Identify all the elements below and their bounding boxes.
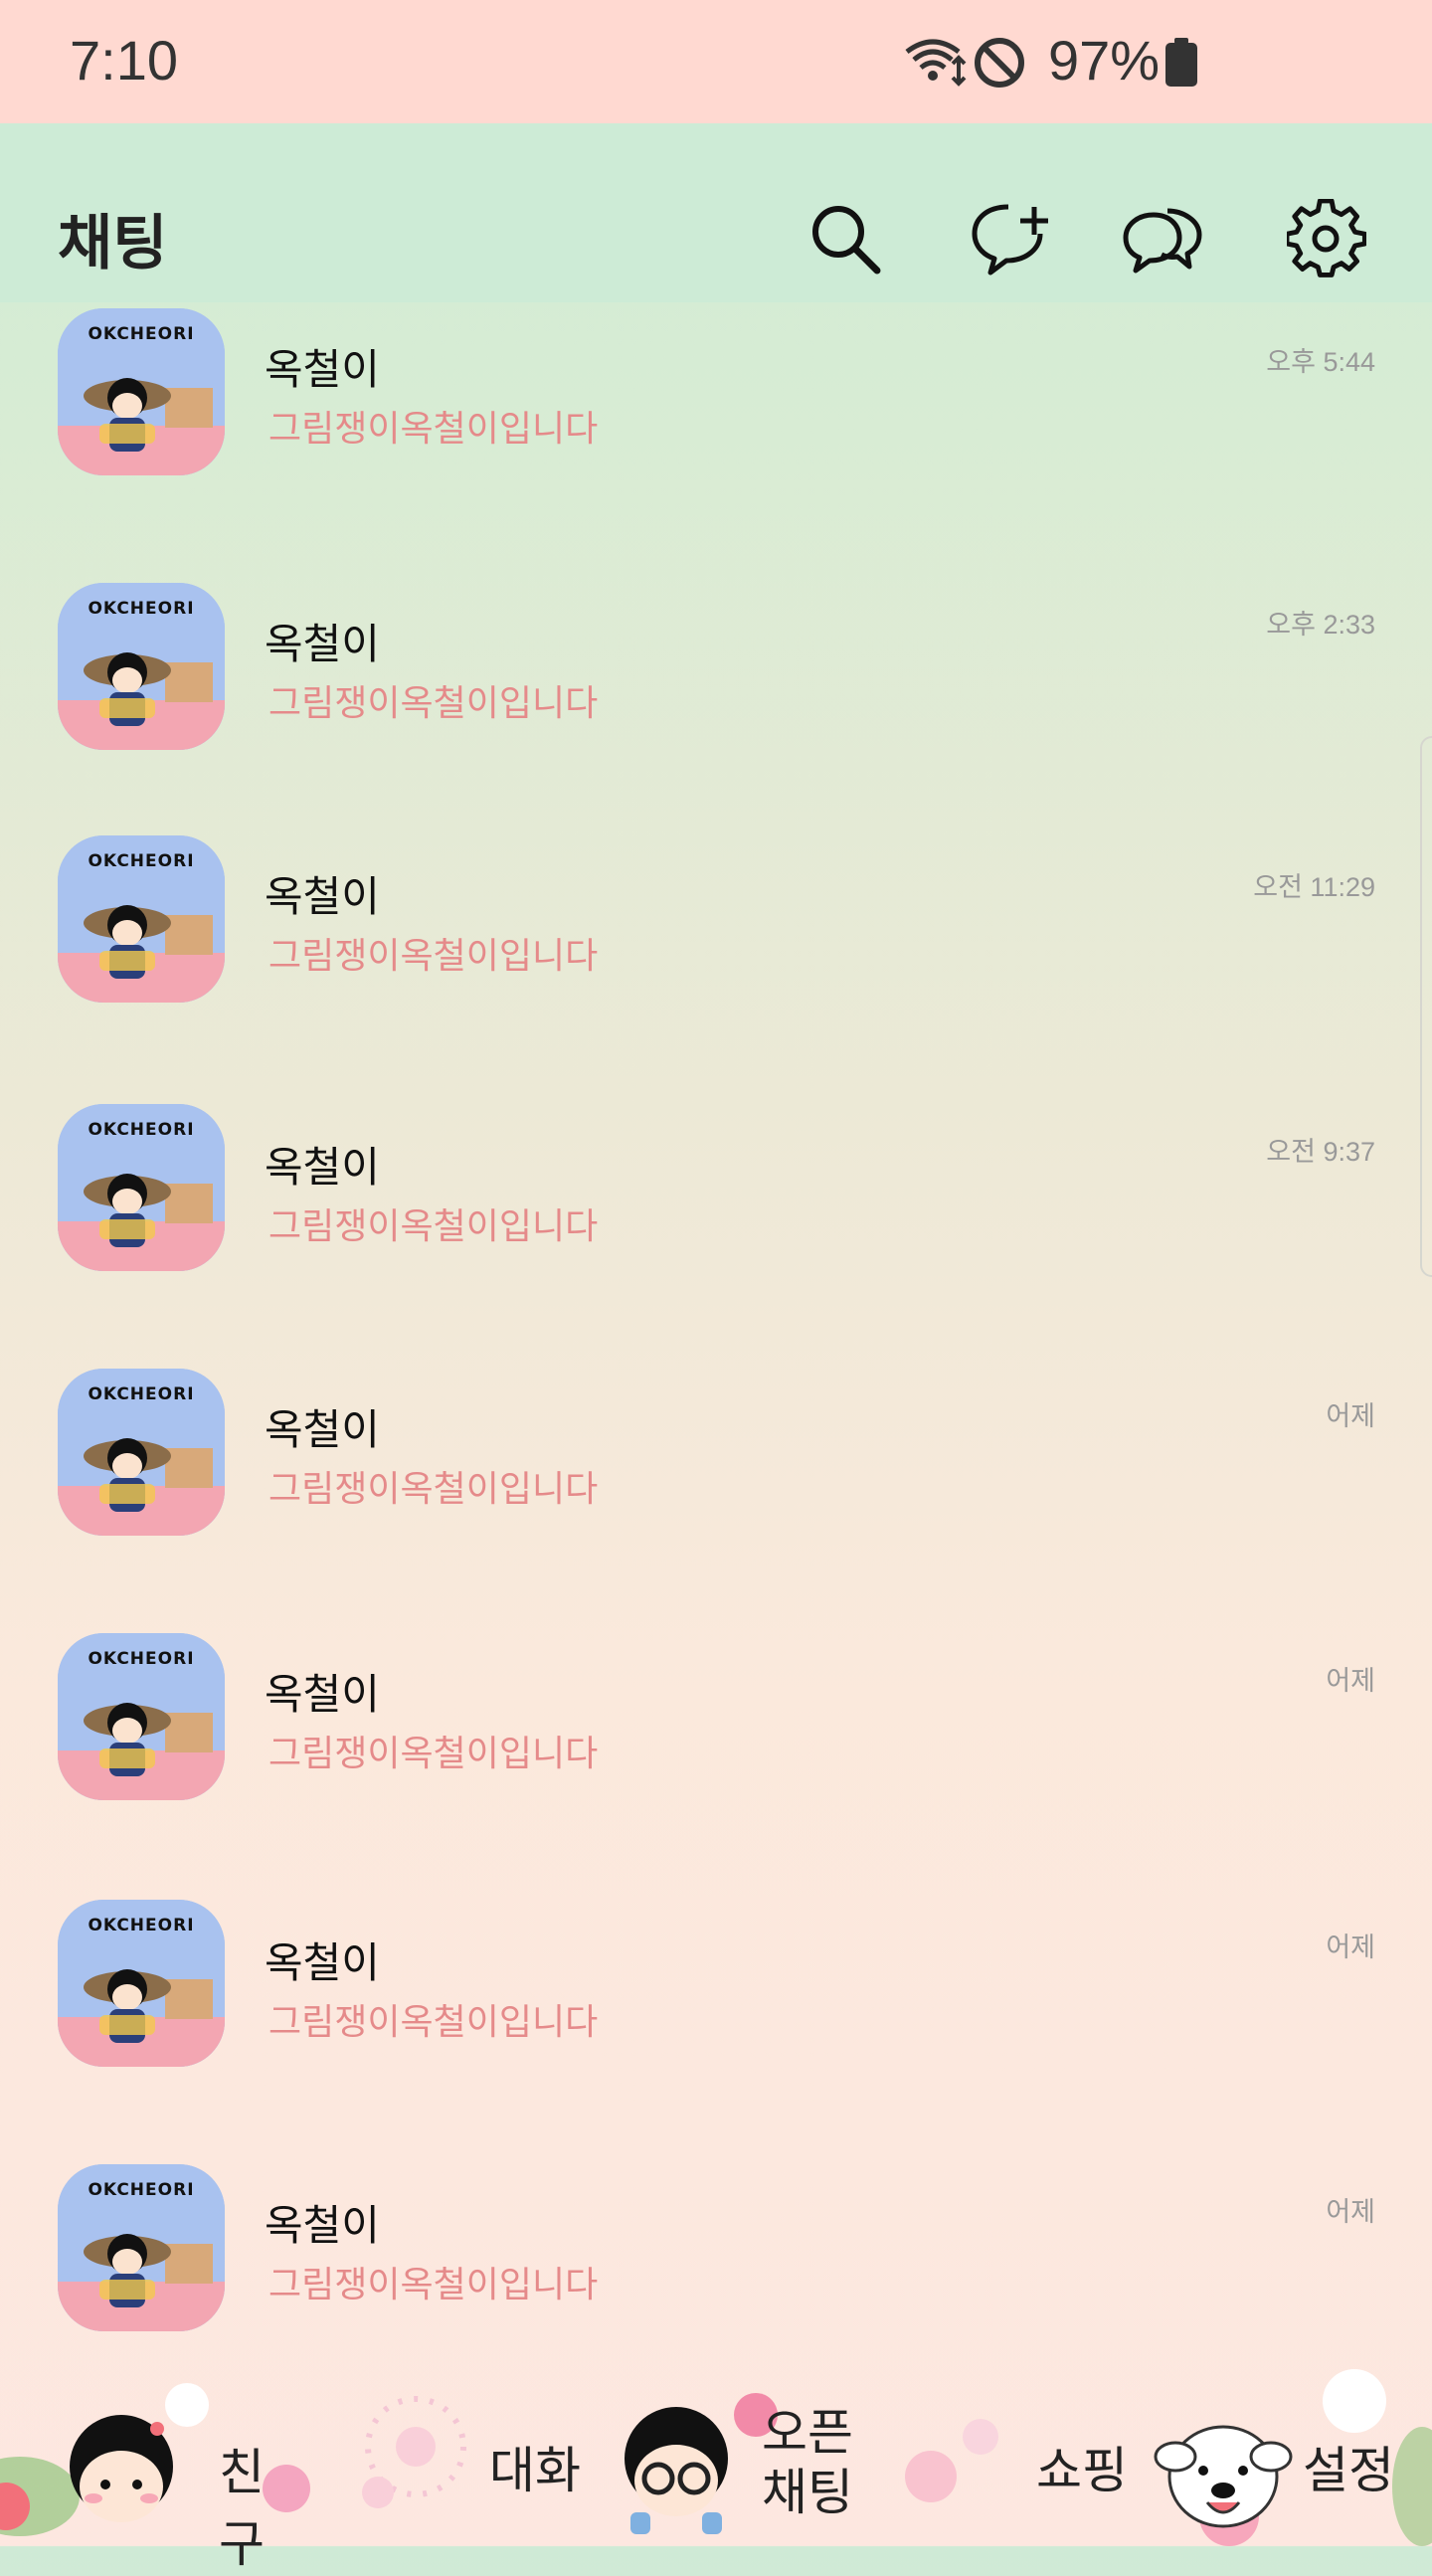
- chat-list-item[interactable]: OKCHEORI 옥철이 그림쟁이옥철이입니다 오후 2:33: [0, 577, 1432, 806]
- nav-open-chat-label-2: 채팅: [762, 2464, 853, 2521]
- chat-time: 오전 11:29: [1253, 872, 1375, 902]
- new-chat-button[interactable]: [971, 197, 1054, 280]
- nav-open-chat[interactable]: 오픈 채팅: [617, 2367, 875, 2546]
- avatar-label: OKCHEORI: [88, 324, 195, 344]
- avatar-label: OKCHEORI: [88, 1916, 195, 1935]
- chat-last-message: 그림쟁이옥철이입니다: [268, 1469, 599, 1510]
- battery-icon: [1164, 38, 1199, 92]
- chat-list-item[interactable]: OKCHEORI 옥철이 그림쟁이옥철이입니다 오후 5:44: [0, 302, 1432, 531]
- settings-dog-icon: [1154, 2425, 1293, 2528]
- nav-settings-label: 설정: [1303, 2442, 1394, 2499]
- battery-percent: 97%: [1048, 29, 1161, 92]
- page-title: 채팅: [58, 209, 168, 278]
- chat-list-item[interactable]: OKCHEORI 옥철이 그림쟁이옥철이입니다 어제: [0, 2158, 1432, 2387]
- chat-name: 옥철이: [265, 345, 380, 394]
- app-header: 채팅: [0, 123, 1432, 302]
- chat-last-message: 그림쟁이옥철이입니다: [268, 2002, 599, 2043]
- chat-last-message: 그림쟁이옥철이입니다: [268, 683, 599, 724]
- nav-shopping[interactable]: 쇼핑: [895, 2367, 1134, 2546]
- avatar: OKCHEORI: [58, 1104, 225, 1271]
- chat-time: 어제: [1326, 2197, 1375, 2227]
- chat-list-item[interactable]: OKCHEORI 옥철이 그림쟁이옥철이입니다 오전 11:29: [0, 829, 1432, 1058]
- avatar: OKCHEORI: [58, 1633, 225, 1800]
- bottom-nav: 친구 대화 오픈 채팅 쇼핑 설정: [0, 2367, 1432, 2573]
- nav-chats-label: 대화: [489, 2442, 581, 2499]
- nav-chats[interactable]: 대화: [328, 2367, 587, 2546]
- avatar-label: OKCHEORI: [88, 1120, 195, 1140]
- chat-name: 옥철이: [265, 2201, 380, 2250]
- chat-name: 옥철이: [265, 872, 380, 921]
- open-chat-button[interactable]: [1122, 197, 1205, 280]
- avatar-label: OKCHEORI: [88, 851, 195, 871]
- chat-name: 옥철이: [265, 1938, 380, 1987]
- chat-last-message: 그림쟁이옥철이입니다: [268, 409, 599, 450]
- avatar-label: OKCHEORI: [88, 1649, 195, 1669]
- chat-last-message: 그림쟁이옥철이입니다: [268, 936, 599, 977]
- chat-list-item[interactable]: OKCHEORI 옥철이 그림쟁이옥철이입니다 오전 9:37: [0, 1098, 1432, 1327]
- chat-last-message: 그림쟁이옥철이입니다: [268, 1206, 599, 1247]
- search-button[interactable]: [804, 197, 887, 280]
- avatar: OKCHEORI: [58, 1900, 225, 2067]
- avatar: OKCHEORI: [58, 2164, 225, 2331]
- chat-time: 어제: [1326, 1932, 1375, 1962]
- chat-time: 오후 5:44: [1266, 347, 1375, 377]
- chat-time: 어제: [1326, 1666, 1375, 1696]
- nav-shopping-label: 쇼핑: [1036, 2442, 1128, 2499]
- chat-list-item[interactable]: OKCHEORI 옥철이 그림쟁이옥철이입니다 어제: [0, 1363, 1432, 1591]
- open-chat-icon: [1122, 201, 1205, 276]
- chat-time: 어제: [1326, 1401, 1375, 1431]
- avatar: OKCHEORI: [58, 308, 225, 475]
- chat-name: 옥철이: [265, 1670, 380, 1719]
- chat-list-item[interactable]: OKCHEORI 옥철이 그림쟁이옥철이입니다 어제: [0, 1894, 1432, 2122]
- settings-icon: [1287, 199, 1366, 278]
- chat-name: 옥철이: [265, 1143, 380, 1192]
- chat-name: 옥철이: [265, 620, 380, 668]
- settings-button[interactable]: [1285, 197, 1368, 280]
- avatar-label: OKCHEORI: [88, 2180, 195, 2200]
- avatar: OKCHEORI: [58, 835, 225, 1003]
- avatar-label: OKCHEORI: [88, 599, 195, 619]
- open-chat-character-icon: [625, 2407, 728, 2534]
- chat-time: 오전 9:37: [1266, 1137, 1375, 1167]
- nav-friends-label: 친구: [219, 2444, 265, 2573]
- status-bar: 7:10 97%: [0, 0, 1432, 123]
- wifi-icon: [903, 36, 969, 92]
- friends-icon: [70, 2415, 173, 2522]
- new-chat-icon: [971, 201, 1054, 276]
- edge-panel-handle[interactable]: [1420, 736, 1432, 1277]
- chat-time: 오후 2:33: [1266, 610, 1375, 640]
- chat-name: 옥철이: [265, 1405, 380, 1454]
- do-not-disturb-icon: [973, 36, 1026, 93]
- nav-friends[interactable]: 친구: [60, 2367, 278, 2573]
- chat-list-item[interactable]: OKCHEORI 옥철이 그림쟁이옥철이입니다 어제: [0, 1627, 1432, 1856]
- search-icon: [807, 201, 883, 276]
- chat-last-message: 그림쟁이옥철이입니다: [268, 1734, 599, 1774]
- status-time: 7:10: [70, 29, 178, 92]
- avatar: OKCHEORI: [58, 1369, 225, 1536]
- nav-settings[interactable]: 설정: [1154, 2367, 1412, 2546]
- avatar: OKCHEORI: [58, 583, 225, 750]
- avatar-label: OKCHEORI: [88, 1384, 195, 1404]
- chat-last-message: 그림쟁이옥철이입니다: [268, 2265, 599, 2305]
